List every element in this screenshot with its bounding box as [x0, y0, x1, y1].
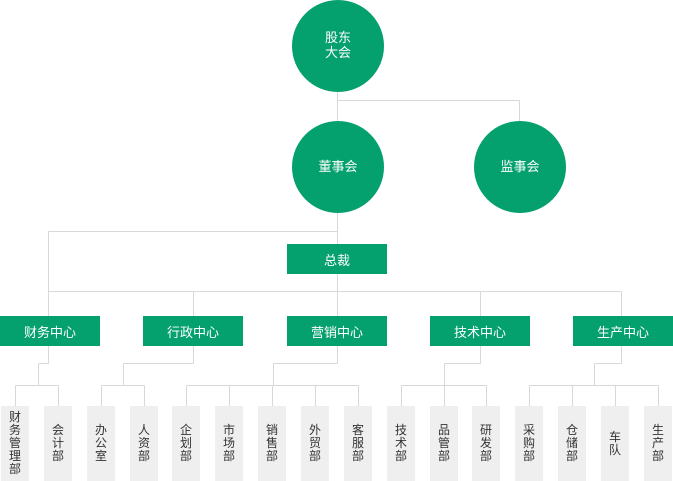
dept-technology: 技术部 [387, 406, 415, 481]
node-admin-center: 行政中心 [143, 316, 243, 346]
node-supervisors-label: 监事会 [500, 159, 540, 175]
org-chart: 股东 大会 董事会 监事会 总裁 财务中心 行政中心 营销中心 技术中心 生产中… [0, 0, 673, 481]
dept-customer-service: 客服部 [344, 406, 372, 481]
center-label: 行政中心 [166, 325, 219, 341]
dept-label: 仓储部 [565, 423, 578, 463]
dept-planning: 企划部 [172, 406, 200, 481]
dept-office: 办公室 [87, 406, 115, 481]
dept-warehouse: 仓储部 [558, 406, 586, 481]
node-shareholders-label: 股东 大会 [324, 31, 351, 61]
node-shareholders-meeting: 股东 大会 [292, 0, 384, 92]
center-label: 营销中心 [310, 325, 363, 341]
dept-human-resources: 人资部 [130, 406, 158, 481]
dept-label: 会计部 [51, 423, 64, 463]
dept-production: 生产部 [644, 406, 672, 481]
dept-label: 客服部 [351, 423, 364, 463]
dept-label: 市场部 [222, 423, 235, 463]
dept-research-development: 研发部 [472, 406, 500, 481]
dept-label: 生产部 [651, 423, 664, 463]
node-technology-center: 技术中心 [430, 316, 530, 346]
dept-fleet: 车队 [601, 406, 629, 481]
dept-quality-control: 品管部 [430, 406, 458, 481]
node-president: 总裁 [287, 244, 387, 274]
dept-purchasing: 采购部 [515, 406, 543, 481]
dept-label: 研发部 [479, 423, 492, 463]
dept-label: 外贸部 [308, 423, 321, 463]
dept-label: 人资部 [137, 423, 150, 463]
dept-label: 财务管理部 [8, 410, 21, 476]
dept-label: 技术部 [394, 423, 407, 463]
node-president-label: 总裁 [323, 253, 350, 269]
node-finance-center: 财务中心 [0, 316, 100, 346]
dept-label: 办公室 [94, 423, 107, 463]
dept-label: 品管部 [437, 423, 450, 463]
node-board-of-directors: 董事会 [292, 121, 384, 213]
dept-foreign-trade: 外贸部 [301, 406, 329, 481]
dept-label: 车队 [608, 429, 621, 457]
node-production-center: 生产中心 [573, 316, 673, 346]
dept-market: 市场部 [215, 406, 243, 481]
center-label: 技术中心 [453, 325, 506, 341]
dept-accounting: 会计部 [44, 406, 72, 481]
dept-label: 企划部 [179, 423, 192, 463]
dept-label: 销售部 [265, 423, 278, 463]
node-board-of-supervisors: 监事会 [474, 121, 566, 213]
node-board-label: 董事会 [318, 159, 358, 175]
dept-sales: 销售部 [258, 406, 286, 481]
dept-label: 采购部 [522, 423, 535, 463]
node-marketing-center: 营销中心 [287, 316, 387, 346]
dept-financial-management: 财务管理部 [1, 406, 29, 481]
center-label: 生产中心 [596, 325, 649, 341]
center-label: 财务中心 [23, 325, 76, 341]
